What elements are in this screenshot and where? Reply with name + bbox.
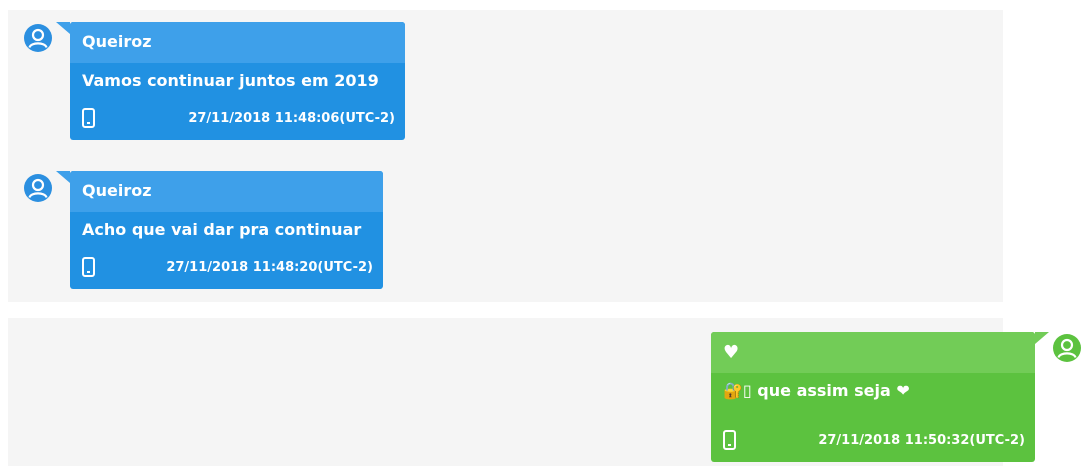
bubble-tail <box>1035 332 1049 344</box>
message-footer: 27/11/2018 11:48:20(UTC-2) <box>82 257 373 279</box>
bubble-tail <box>56 22 70 34</box>
message-text-content: que assim seja ❤ <box>751 381 910 400</box>
sender-name: Queiroz <box>70 22 405 63</box>
message-footer: 27/11/2018 11:50:32(UTC-2) <box>723 430 1025 452</box>
message-footer: 27/11/2018 11:48:06(UTC-2) <box>82 108 395 130</box>
phone-icon <box>723 430 736 450</box>
sender-name: ♥ <box>711 332 1035 373</box>
message-text: Acho que vai dar pra continuar <box>82 220 362 239</box>
sender-name: Queiroz <box>70 171 383 212</box>
message-timestamp: 27/11/2018 11:48:20(UTC-2) <box>166 260 373 275</box>
user-icon[interactable] <box>1052 333 1082 363</box>
message-text: 🔐▯ que assim seja ❤ <box>711 373 1035 400</box>
message-text: Vamos continuar juntos em 2019 <box>82 71 379 90</box>
phone-icon <box>82 108 95 128</box>
message-bubble[interactable]: Queiroz Vamos continuar juntos em 2019 2… <box>70 22 405 140</box>
user-icon[interactable] <box>23 23 53 53</box>
phone-icon <box>82 257 95 277</box>
message-bubble[interactable]: ♥ 🔐▯ que assim seja ❤ 27/11/2018 11:50:3… <box>711 332 1035 462</box>
bubble-tail <box>56 171 70 183</box>
message-bubble[interactable]: Queiroz Acho que vai dar pra continuar 2… <box>70 171 383 289</box>
message-timestamp: 27/11/2018 11:48:06(UTC-2) <box>188 111 395 126</box>
message-timestamp: 27/11/2018 11:50:32(UTC-2) <box>818 433 1025 448</box>
lock-emoji-icon: 🔐▯ <box>723 381 752 400</box>
user-icon[interactable] <box>23 173 53 203</box>
